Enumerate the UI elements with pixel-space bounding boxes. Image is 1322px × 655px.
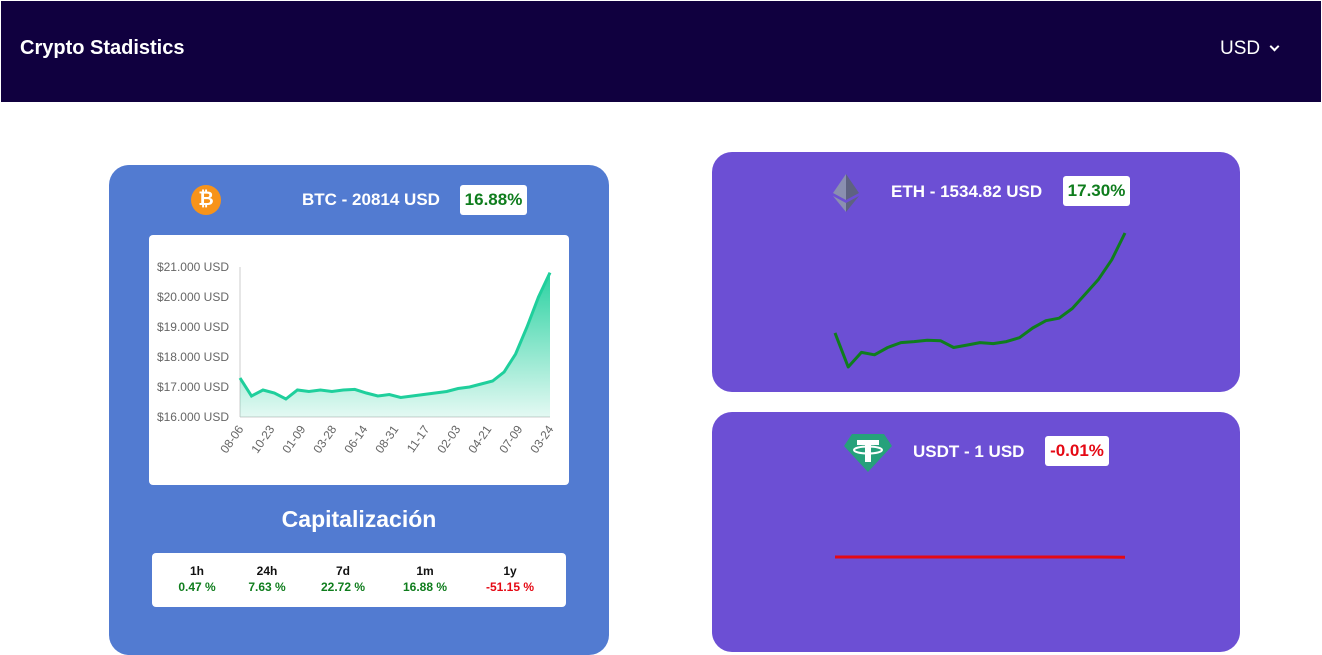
capitalization-table: 1h 0.47 % 24h 7.63 % 7d 22.72 % 1m 16.88… — [152, 553, 566, 607]
cap-1y: 1y -51.15 % — [470, 564, 550, 594]
tether-icon — [844, 432, 892, 472]
chevron-down-icon — [1270, 41, 1280, 51]
x-tick-label: 11-17 — [404, 422, 433, 455]
cap-label: 7d — [303, 564, 383, 578]
x-tick-label: 03-28 — [310, 422, 339, 455]
x-tick-label: 02-03 — [434, 422, 463, 455]
cap-label: 24h — [227, 564, 307, 578]
x-tick-label: 08-31 — [372, 422, 401, 455]
x-tick-label: 08-06 — [217, 422, 246, 455]
cap-value: -51.15 % — [470, 580, 550, 594]
cap-24h: 24h 7.63 % — [227, 564, 307, 594]
eth-change-badge: 17.30% — [1063, 176, 1130, 206]
currency-select[interactable]: USD — [1220, 38, 1278, 60]
eth-price-line — [835, 233, 1125, 367]
y-tick-label: $18.000 USD — [157, 350, 229, 364]
usdt-title: USDT - 1 USD — [913, 442, 1024, 462]
cap-1m: 1m 16.88 % — [385, 564, 465, 594]
capitalization-title: Capitalización — [109, 506, 609, 533]
btc-change-badge: 16.88% — [460, 185, 527, 215]
y-tick-label: $19.000 USD — [157, 320, 229, 334]
cap-7d: 7d 22.72 % — [303, 564, 383, 594]
x-tick-label: 04-21 — [465, 422, 494, 455]
btc-price-chart: $16.000 USD $17.000 USD $18.000 USD $19.000… — [149, 235, 569, 485]
x-tick-label: 03-24 — [527, 422, 556, 455]
x-tick-label: 10-23 — [248, 422, 277, 455]
x-tick-label: 01-09 — [279, 422, 308, 455]
ethereum-icon — [833, 174, 859, 212]
cap-value: 7.63 % — [227, 580, 307, 594]
eth-sparkline — [832, 230, 1128, 370]
y-tick-label: $20.000 USD — [157, 290, 229, 304]
usdt-sparkline — [832, 532, 1128, 582]
app-title: Crypto Stadistics — [20, 37, 184, 60]
eth-title: ETH - 1534.82 USD — [891, 182, 1042, 202]
y-tick-label: $16.000 USD — [157, 410, 229, 424]
cap-value: 22.72 % — [303, 580, 383, 594]
cap-value: 16.88 % — [385, 580, 465, 594]
top-navbar: Crypto Stadistics USD — [1, 1, 1321, 102]
y-tick-label: $21.000 USD — [157, 260, 229, 274]
eth-card: ETH - 1534.82 USD 17.30% — [712, 152, 1240, 392]
btc-card: ₿ BTC - 20814 USD 16.88% $16.000 USD $17.… — [109, 165, 609, 655]
cap-1h: 1h 0.47 % — [157, 564, 237, 594]
cap-value: 0.47 % — [157, 580, 237, 594]
usdt-card: USDT - 1 USD -0.01% — [712, 412, 1240, 652]
currency-value: USD — [1220, 38, 1260, 60]
bitcoin-icon: ₿ — [191, 185, 221, 215]
y-tick-label: $17.000 USD — [157, 380, 229, 394]
cap-label: 1h — [157, 564, 237, 578]
cap-label: 1m — [385, 564, 465, 578]
usdt-change-badge: -0.01% — [1045, 436, 1109, 466]
x-tick-label: 07-09 — [496, 422, 525, 455]
x-tick-label: 06-14 — [341, 422, 370, 455]
btc-title: BTC - 20814 USD — [302, 190, 440, 210]
btc-chart: $16.000 USD $17.000 USD $18.000 USD $19.000… — [149, 235, 569, 485]
cap-label: 1y — [470, 564, 550, 578]
